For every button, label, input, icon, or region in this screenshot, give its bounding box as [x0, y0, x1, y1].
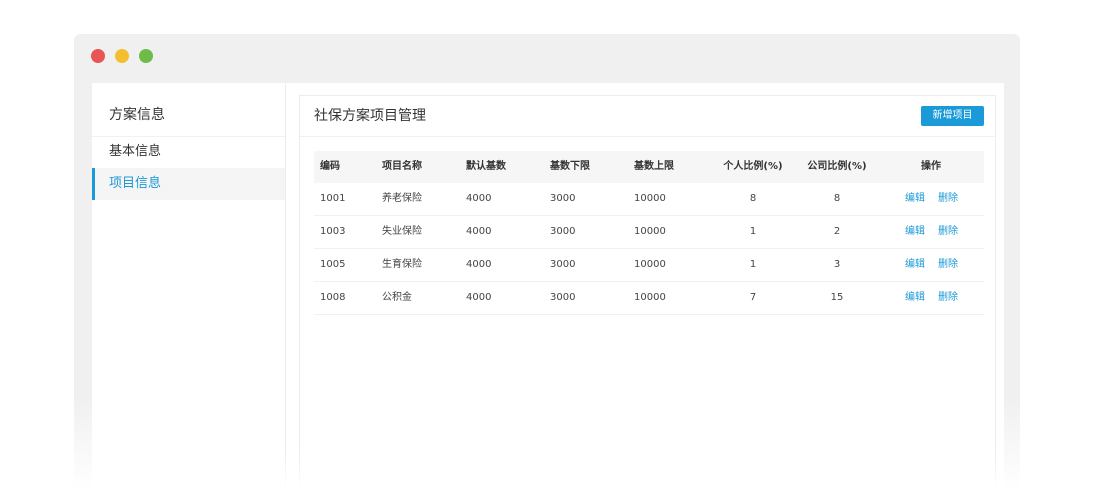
cell-code: 1005 [320, 259, 346, 270]
app-window: 方案信息 基本信息 项目信息 社保方案项目管理 新增项目 编码 项目名称 默认基… [74, 34, 1020, 490]
column-header-name: 项目名称 [382, 161, 422, 172]
column-header-base-upper: 基数上限 [634, 161, 674, 172]
cell-personal-ratio: 1 [749, 259, 757, 270]
edit-link[interactable]: 编辑 [905, 282, 925, 314]
delete-link[interactable]: 删除 [938, 249, 958, 281]
cell-base-lower: 3000 [550, 193, 576, 204]
table-row: 1001 养老保险 4000 3000 10000 8 8 编辑 删除 [314, 183, 984, 216]
cell-company-ratio: 2 [833, 226, 841, 237]
sidebar-title: 方案信息 [109, 107, 165, 123]
column-header-code: 编码 [320, 161, 340, 172]
cell-base-lower: 3000 [550, 292, 576, 303]
sidebar: 方案信息 基本信息 项目信息 [92, 83, 286, 490]
cell-default-base: 4000 [466, 292, 492, 303]
cell-code: 1008 [320, 292, 346, 303]
cell-personal-ratio: 1 [749, 226, 757, 237]
cell-name: 养老保险 [382, 193, 422, 204]
window-content: 方案信息 基本信息 项目信息 社保方案项目管理 新增项目 编码 项目名称 默认基… [92, 83, 1004, 490]
edit-link[interactable]: 编辑 [905, 183, 925, 215]
sidebar-item-project-info[interactable]: 项目信息 [92, 168, 285, 200]
edit-link[interactable]: 编辑 [905, 249, 925, 281]
cell-company-ratio: 3 [833, 259, 841, 270]
delete-link[interactable]: 删除 [938, 216, 958, 248]
column-header-default-base: 默认基数 [466, 161, 506, 172]
minimize-window-button[interactable] [115, 49, 129, 63]
cell-name: 公积金 [382, 292, 412, 303]
column-header-actions: 操作 [921, 161, 941, 172]
cell-company-ratio: 8 [833, 193, 841, 204]
project-table: 编码 项目名称 默认基数 基数下限 基数上限 个人比例(%) 公司比例(%) 操… [314, 151, 984, 315]
cell-default-base: 4000 [466, 226, 492, 237]
delete-link[interactable]: 删除 [938, 183, 958, 215]
column-header-company-ratio: 公司比例(%) [807, 161, 867, 172]
cell-base-upper: 10000 [634, 193, 666, 204]
add-project-button[interactable]: 新增项目 [921, 106, 984, 126]
cell-company-ratio: 15 [830, 292, 844, 303]
table-row: 1003 失业保险 4000 3000 10000 1 2 编辑 删除 [314, 216, 984, 249]
column-header-base-lower: 基数下限 [550, 161, 590, 172]
main-panel: 社保方案项目管理 新增项目 编码 项目名称 默认基数 基数下限 基数上限 个人比… [299, 95, 996, 490]
cell-base-lower: 3000 [550, 226, 576, 237]
close-window-button[interactable] [91, 49, 105, 63]
panel-header: 社保方案项目管理 新增项目 [300, 96, 995, 137]
page-title: 社保方案项目管理 [314, 108, 426, 124]
table-header-row: 编码 项目名称 默认基数 基数下限 基数上限 个人比例(%) 公司比例(%) 操… [314, 151, 984, 183]
cell-default-base: 4000 [466, 259, 492, 270]
cell-base-upper: 10000 [634, 259, 666, 270]
cell-name: 失业保险 [382, 226, 422, 237]
table-row: 1005 生育保险 4000 3000 10000 1 3 编辑 删除 [314, 249, 984, 282]
table-row: 1008 公积金 4000 3000 10000 7 15 编辑 删除 [314, 282, 984, 315]
column-header-personal-ratio: 个人比例(%) [723, 161, 783, 172]
cell-base-upper: 10000 [634, 292, 666, 303]
cell-name: 生育保险 [382, 259, 422, 270]
cell-personal-ratio: 7 [749, 292, 757, 303]
delete-link[interactable]: 删除 [938, 282, 958, 314]
cell-default-base: 4000 [466, 193, 492, 204]
cell-base-lower: 3000 [550, 259, 576, 270]
cell-personal-ratio: 8 [749, 193, 757, 204]
cell-code: 1003 [320, 226, 346, 237]
edit-link[interactable]: 编辑 [905, 216, 925, 248]
cell-base-upper: 10000 [634, 226, 666, 237]
cell-code: 1001 [320, 193, 346, 204]
sidebar-item-basic-info[interactable]: 基本信息 [92, 136, 285, 168]
maximize-window-button[interactable] [139, 49, 153, 63]
